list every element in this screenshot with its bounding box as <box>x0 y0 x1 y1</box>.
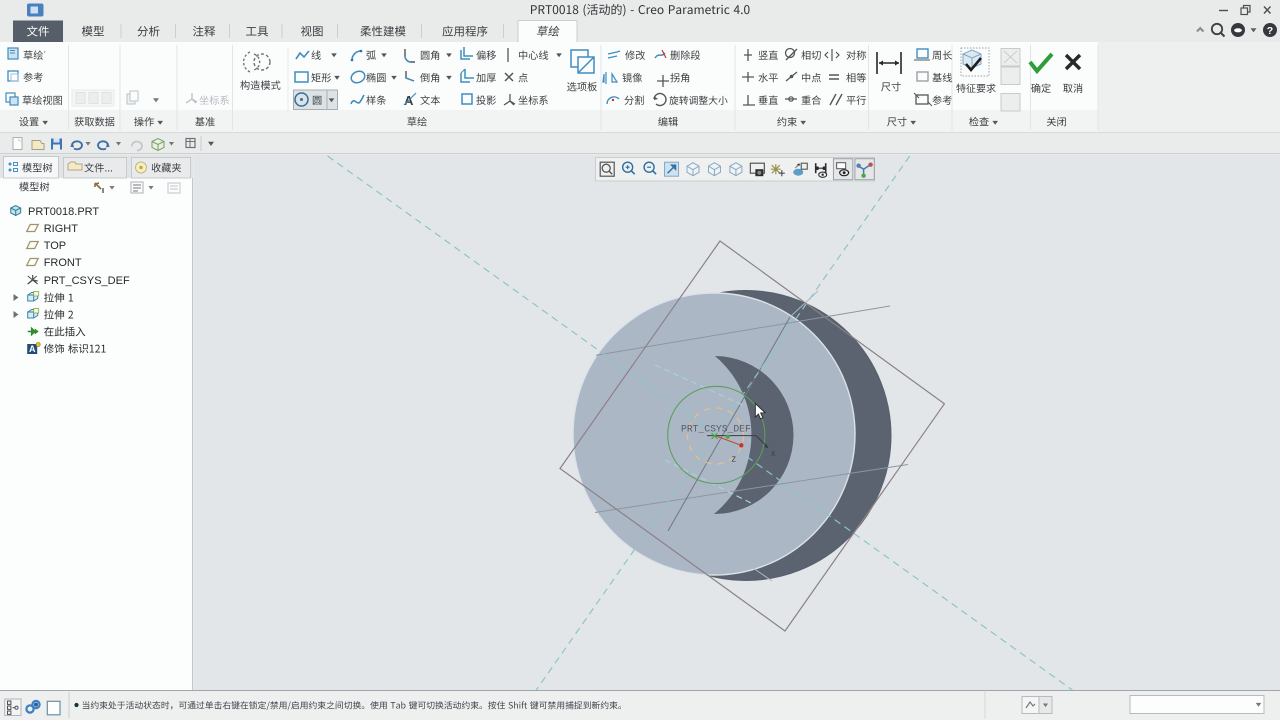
svg-text:FRONT: FRONT <box>44 257 82 269</box>
svg-text:Z: Z <box>732 457 737 465</box>
svg-text:A: A <box>29 344 36 354</box>
svg-text:PRT_CSYS_DEF: PRT_CSYS_DEF <box>44 275 130 287</box>
svg-text:RIGHT: RIGHT <box>44 223 78 235</box>
svg-text:?: ? <box>1267 25 1273 37</box>
svg-text:PRT0018.PRT: PRT0018.PRT <box>28 206 99 218</box>
svg-text:TOP: TOP <box>44 240 66 252</box>
svg-text:′: ′ <box>44 50 46 59</box>
svg-text:PRT_CSYS_DEF: PRT_CSYS_DEF <box>681 424 751 435</box>
